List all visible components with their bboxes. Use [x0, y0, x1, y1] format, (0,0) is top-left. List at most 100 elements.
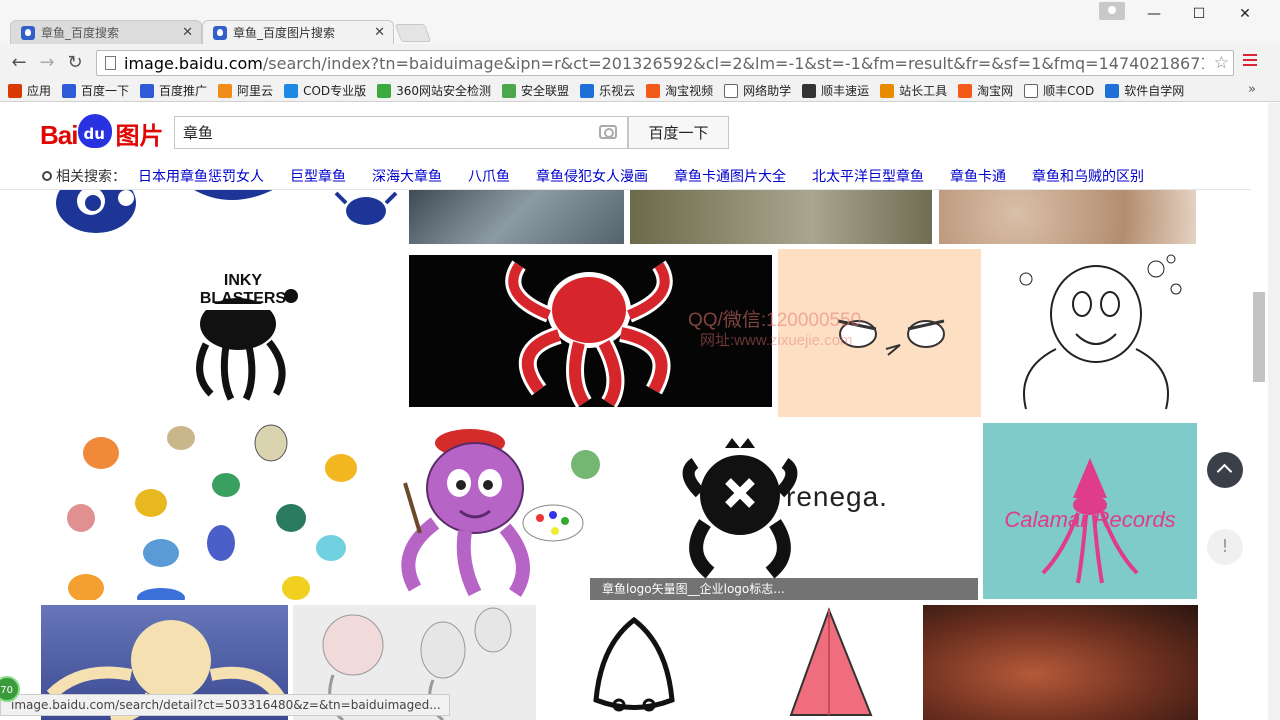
- page-scrollbar-thumb[interactable]: [1253, 292, 1265, 382]
- image-tile-coloring-octopus[interactable]: [986, 249, 1198, 419]
- browser-menu-icon[interactable]: [1243, 54, 1257, 68]
- search-button[interactable]: 百度一下: [628, 116, 729, 149]
- bookmark-item[interactable]: 顺丰速运: [802, 82, 869, 99]
- bookmark-label: 顺丰速运: [821, 84, 870, 98]
- bookmark-favicon-icon: [580, 83, 595, 98]
- back-arrow-icon[interactable]: ←: [8, 52, 30, 73]
- forward-arrow-icon[interactable]: →: [36, 52, 58, 73]
- coloring-octopus-image: [1019, 254, 1182, 410]
- image-tile-shell[interactable]: [409, 183, 624, 244]
- image-tile-octopus-pile[interactable]: [939, 183, 1196, 244]
- bookmark-label: 百度推广: [159, 84, 208, 98]
- bookmark-item[interactable]: 360网站安全检测: [377, 82, 491, 99]
- bookmark-favicon-icon: [377, 83, 392, 98]
- reload-icon[interactable]: ↻: [64, 52, 86, 73]
- close-window-button[interactable]: ✕: [1235, 6, 1255, 22]
- watermark-line2: 网址:www.zixuejie.com: [700, 332, 853, 349]
- related-search-link[interactable]: 深海大章鱼: [372, 166, 442, 186]
- bookmark-item[interactable]: 乐视云: [580, 82, 635, 99]
- bookmark-label: 淘宝视频: [665, 84, 714, 98]
- related-search-link[interactable]: 巨型章鱼: [290, 166, 346, 186]
- image-caption[interactable]: 章鱼logo矢量图__企业logo标志...: [590, 578, 978, 600]
- bookmark-item[interactable]: 淘宝视频: [646, 82, 713, 99]
- image-tile-painter-octopus[interactable]: [375, 423, 585, 600]
- related-search-link[interactable]: 章鱼和乌贼的区别: [1032, 166, 1144, 186]
- new-tab-button[interactable]: [394, 24, 432, 42]
- related-search-link[interactable]: 日本用章鱼惩罚女人: [138, 166, 264, 186]
- bookmark-favicon-icon: [1105, 83, 1120, 98]
- bookmark-label: 乐视云: [599, 84, 636, 98]
- renega-octopus-logo: [682, 438, 798, 579]
- bookmark-label: 顺丰COD: [1043, 84, 1095, 98]
- image-grid: INKY BLASTERS QQ/微信:120000550 网址:www.zix…: [0, 103, 1251, 720]
- maximize-button[interactable]: ☐: [1189, 6, 1209, 22]
- related-search-link[interactable]: 章鱼卡通图片大全: [674, 166, 786, 186]
- image-tile-inky-blasters[interactable]: INKY BLASTERS: [41, 254, 403, 406]
- tab-baidu-search[interactable]: 章鱼_百度搜索 ✕: [10, 20, 202, 44]
- bookmark-item[interactable]: 网络助学: [724, 82, 791, 99]
- bookmark-label: 360网站安全检测: [396, 84, 492, 98]
- image-tile-calamar-records[interactable]: Calamar Records: [983, 423, 1197, 599]
- url-text[interactable]: image.baidu.com/search/index?tn=baiduima…: [124, 54, 1204, 73]
- image-tile-octopus-water[interactable]: [630, 183, 932, 244]
- related-search-link[interactable]: 八爪鱼: [468, 166, 510, 186]
- tab-baidu-image-search[interactable]: 章鱼_百度图片搜索 ✕: [202, 20, 394, 44]
- image-tile-pink-squid[interactable]: [731, 605, 918, 720]
- related-searches-label: 相关搜索：: [42, 166, 126, 186]
- bookmark-item[interactable]: 顺丰COD: [1024, 82, 1094, 99]
- cartoon-octopuses-image: [67, 424, 357, 600]
- cursor-highlight: [571, 450, 600, 479]
- bookmark-favicon-icon: [284, 83, 299, 98]
- bookmark-favicon-icon: [724, 83, 739, 98]
- bookmark-item[interactable]: 百度一下: [62, 82, 129, 99]
- tab-close-icon[interactable]: ✕: [182, 25, 193, 40]
- page-scrollbar-track[interactable]: [1268, 103, 1280, 720]
- back-to-top-button[interactable]: [1207, 452, 1243, 488]
- bookmark-item[interactable]: 淘宝网: [958, 82, 1013, 99]
- related-search-link[interactable]: 章鱼卡通: [950, 166, 1006, 186]
- image-tile-cartoon-octopuses[interactable]: [41, 423, 370, 600]
- related-search-link[interactable]: 章鱼侵犯女人漫画: [536, 166, 648, 186]
- bookmark-label: 淘宝网: [977, 84, 1014, 98]
- bookmark-label: COD专业版: [303, 84, 367, 98]
- bookmark-item[interactable]: 站长工具: [880, 82, 947, 99]
- minimize-button[interactable]: —: [1144, 6, 1164, 22]
- bookmark-label: 网络助学: [743, 84, 792, 98]
- image-tile-squid-outline[interactable]: [541, 605, 726, 720]
- tab-label: 章鱼_百度图片搜索: [233, 26, 336, 40]
- tab-close-icon[interactable]: ✕: [374, 25, 385, 40]
- user-profile-icon[interactable]: [1099, 2, 1125, 20]
- image-tile-red-octopus-photo[interactable]: [923, 605, 1198, 720]
- image-tile-blue-octopus[interactable]: [41, 183, 402, 244]
- bookmark-label: 百度一下: [81, 84, 130, 98]
- bookmark-favicon-icon: [802, 83, 817, 98]
- bookmark-label: 阿里云: [237, 84, 274, 98]
- bookmark-item[interactable]: 安全联盟: [502, 82, 569, 99]
- search-box: [174, 116, 628, 149]
- bookmark-item[interactable]: COD专业版: [284, 82, 366, 99]
- magnifier-icon: [42, 171, 52, 181]
- camera-search-icon[interactable]: [599, 125, 617, 139]
- feedback-button[interactable]: !: [1207, 529, 1243, 565]
- bookmark-item[interactable]: 应用: [8, 82, 51, 99]
- bookmark-label: 站长工具: [899, 84, 948, 98]
- page-icon: [105, 56, 116, 70]
- pink-squid-image: [789, 607, 873, 716]
- image-tile-renega-logo[interactable]: renega. 章鱼logo矢量图__企业logo标志...: [590, 423, 978, 600]
- bookmark-item[interactable]: 软件自学网: [1105, 82, 1184, 99]
- baidu-paw-icon: [78, 114, 113, 148]
- status-bar-url: image.baidu.com/search/detail?ct=5033164…: [0, 694, 450, 716]
- bookmark-label: 应用: [27, 84, 52, 98]
- tab-label: 章鱼_百度搜索: [41, 26, 120, 40]
- baidu-favicon-icon: [213, 25, 227, 40]
- bookmark-item[interactable]: 阿里云: [218, 82, 273, 99]
- bookmarks-overflow-chevron[interactable]: »: [1248, 82, 1256, 97]
- address-bar[interactable]: image.baidu.com/search/index?tn=baiduima…: [96, 50, 1234, 76]
- renega-logo-text: renega.: [786, 481, 888, 512]
- baidu-images-logo[interactable]: Bai 图片: [40, 111, 163, 151]
- page-content: INKY BLASTERS QQ/微信:120000550 网址:www.zix…: [0, 103, 1268, 720]
- bookmark-item[interactable]: 百度推广: [140, 82, 207, 99]
- search-input[interactable]: [175, 117, 585, 148]
- related-search-link[interactable]: 北太平洋巨型章鱼: [812, 166, 924, 186]
- bookmark-star-icon[interactable]: ☆: [1214, 53, 1229, 73]
